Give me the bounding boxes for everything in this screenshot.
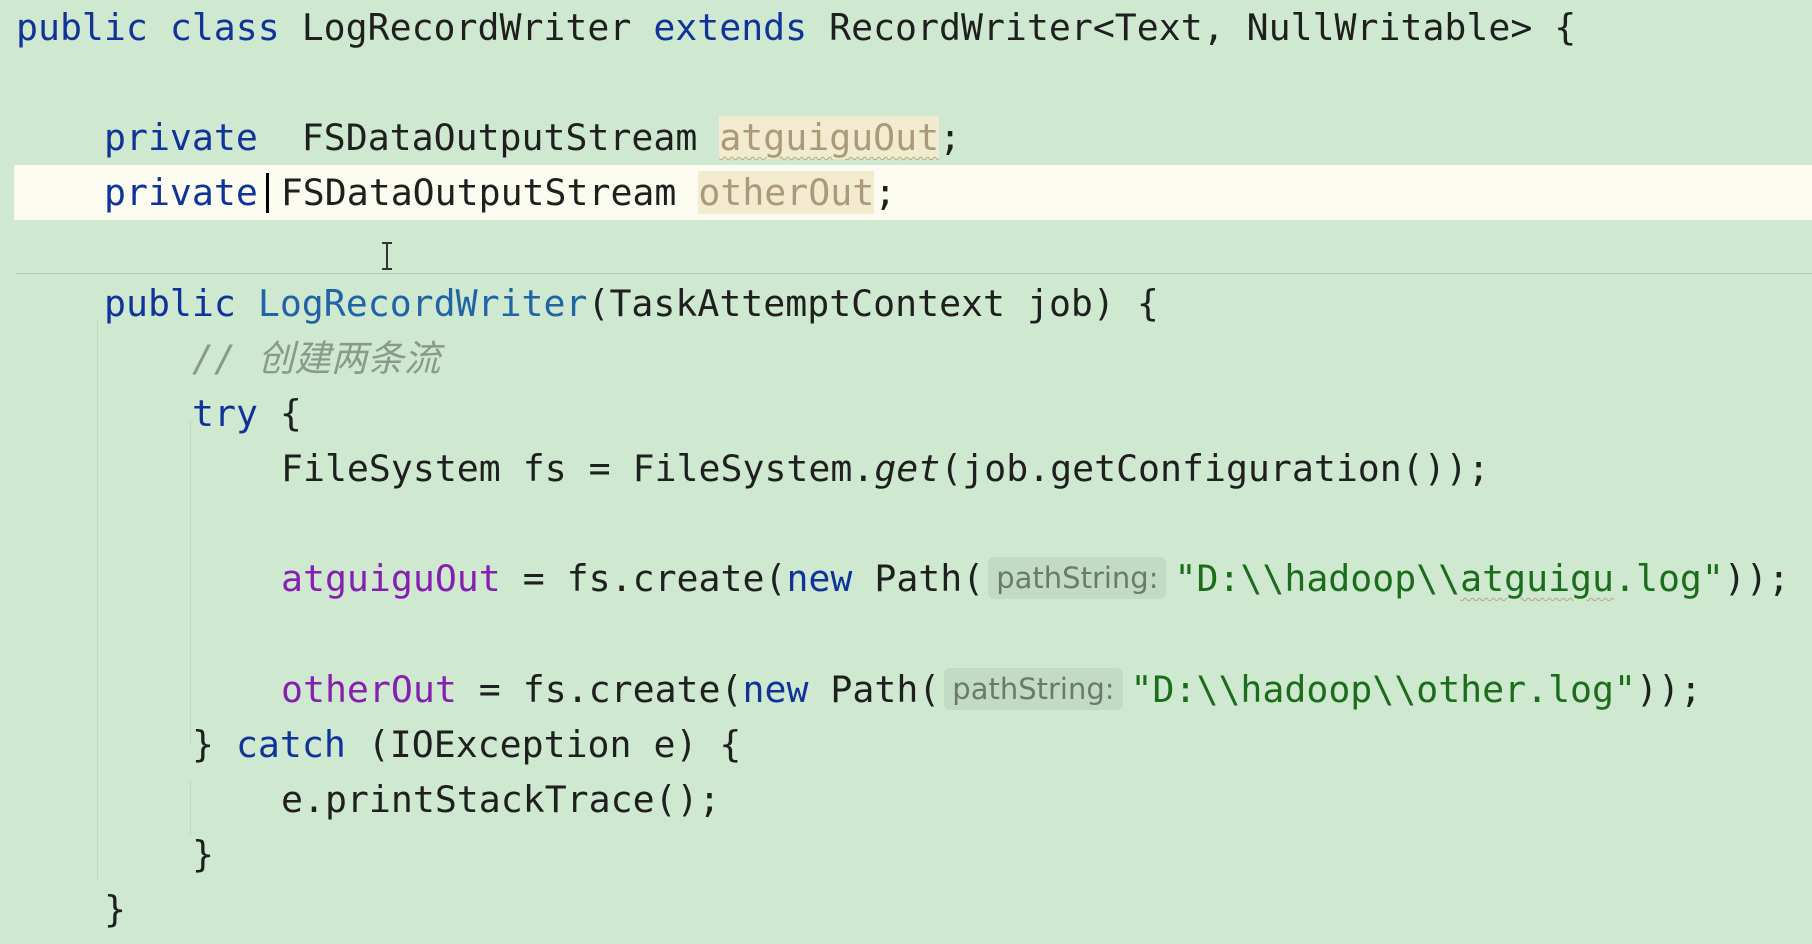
- parameter-hint: pathString:: [944, 668, 1123, 710]
- code-line-filesystem[interactable]: FileSystem fs = FileSystem.get(job.getCo…: [281, 441, 1490, 497]
- indent-guide: [190, 780, 191, 835]
- constructor-name: LogRecordWriter: [257, 282, 588, 325]
- code-line-class-declaration[interactable]: public class LogRecordWriter extends Rec…: [16, 0, 1576, 56]
- open-brace: {: [257, 392, 302, 435]
- keyword: catch: [235, 723, 346, 766]
- indent-guide: [190, 420, 191, 745]
- keyword: private: [104, 116, 258, 159]
- constructor-params: (TaskAttemptContext job) {: [587, 282, 1159, 325]
- static-method-call: get: [874, 447, 941, 490]
- class-name: LogRecordWriter: [301, 6, 632, 49]
- code-line-create-otherout[interactable]: otherOut = fs.create(new Path(pathString…: [281, 662, 1702, 718]
- close-brace: }: [192, 723, 236, 766]
- keyword: new: [742, 668, 809, 711]
- field-name-unused-warning[interactable]: otherOut: [698, 171, 875, 214]
- comment: // 创建两条流: [192, 337, 441, 380]
- code-line-create-atguiguout[interactable]: atguiguOut = fs.create(new Path(pathStri…: [281, 551, 1790, 607]
- method-separator: [16, 273, 1812, 274]
- string-literal-end: .log": [1614, 557, 1724, 600]
- statement-rest: (job.getConfiguration());: [940, 447, 1490, 490]
- code-line-print-stack-trace[interactable]: e.printStackTrace();: [281, 772, 721, 828]
- text-caret: [265, 173, 269, 213]
- keyword: public: [16, 6, 148, 49]
- field-type: FSDataOutputStream: [280, 171, 677, 214]
- closing-parens: ));: [1635, 668, 1702, 711]
- semicolon: ;: [874, 171, 897, 214]
- constructor-call: Path(: [808, 668, 941, 711]
- keyword: try: [192, 392, 258, 435]
- open-brace: {: [1532, 6, 1577, 49]
- super-type: RecordWriter<Text, NullWritable>: [829, 6, 1533, 49]
- parameter-hint: pathString:: [988, 557, 1167, 599]
- code-line-close-try[interactable]: }: [192, 827, 214, 883]
- string-literal-typo: atguigu: [1460, 557, 1614, 600]
- close-brace: }: [192, 833, 214, 876]
- statement: = fs.create(: [500, 557, 787, 600]
- code-line-field-otherout[interactable]: private FSDataOutputStream otherOut;: [104, 165, 896, 221]
- keyword: extends: [653, 6, 808, 49]
- statement: FileSystem fs = FileSystem.: [281, 447, 875, 490]
- keyword: new: [786, 557, 853, 600]
- code-line-close-constructor[interactable]: }: [104, 882, 126, 938]
- field-name-unused-warning[interactable]: atguiguOut: [719, 116, 940, 159]
- keyword: private: [104, 171, 258, 214]
- code-line-catch[interactable]: } catch (IOException e) {: [192, 717, 741, 773]
- code-line-constructor[interactable]: public LogRecordWriter(TaskAttemptContex…: [104, 276, 1159, 332]
- semicolon: ;: [939, 116, 962, 159]
- field-type: FSDataOutputStream: [301, 116, 698, 159]
- statement: e.printStackTrace();: [281, 778, 721, 821]
- string-literal: "D:\\hadoop\\other.log": [1130, 668, 1636, 711]
- field-reference: otherOut: [281, 668, 457, 711]
- code-editor[interactable]: public class LogRecordWriter extends Rec…: [0, 0, 1812, 944]
- statement: = fs.create(: [456, 668, 743, 711]
- code-line-field-atguiguout[interactable]: private FSDataOutputStream atguiguOut;: [104, 110, 961, 166]
- string-literal-start: "D:\\hadoop\\: [1174, 557, 1461, 600]
- constructor-call: Path(: [852, 557, 985, 600]
- keyword: class: [169, 6, 280, 49]
- mouse-ibeam-cursor: [380, 242, 394, 270]
- closing-parens: ));: [1723, 557, 1790, 600]
- field-reference: atguiguOut: [281, 557, 501, 600]
- keyword: public: [104, 282, 236, 325]
- code-line-try[interactable]: try {: [192, 386, 302, 442]
- catch-params: (IOException e) {: [345, 723, 742, 766]
- code-line-comment[interactable]: // 创建两条流: [192, 331, 440, 387]
- indent-guide: [97, 320, 98, 880]
- close-brace: }: [104, 888, 126, 931]
